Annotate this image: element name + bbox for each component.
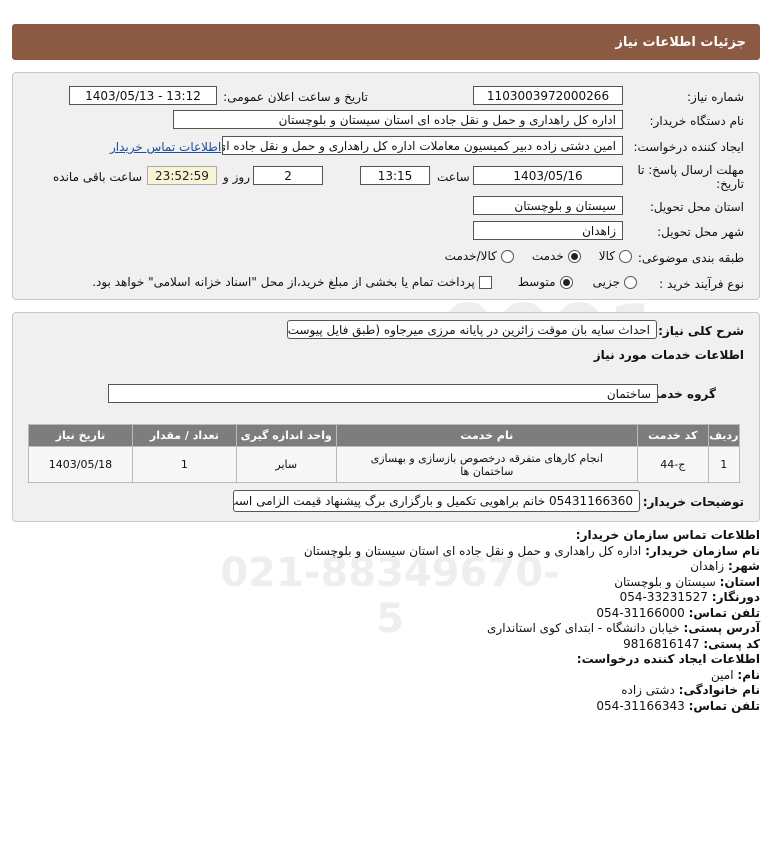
buyer-org-field: اداره کل راهداری و حمل و نقل جاده ای است… — [173, 110, 623, 129]
category-options: کالا خدمت کالا/خدمت — [445, 249, 632, 263]
treasury-payment-option[interactable]: پرداخت تمام یا بخشی از مبلغ خرید،از محل … — [92, 275, 492, 289]
deadline-time-label: ساعت — [437, 170, 470, 184]
process-option-medium[interactable]: متوسط — [518, 275, 573, 289]
deadline-label-line1: مهلت ارسال پاسخ: تا — [637, 163, 744, 177]
requester-label: ایجاد کننده درخواست: — [633, 140, 744, 154]
description-field: احداث سایه بان موقت زائرین در پایانه مرز… — [287, 320, 657, 339]
contact-title: اطلاعات تماس سازمان خریدار: — [575, 528, 760, 542]
col-service-name: نام خدمت — [335, 424, 638, 447]
table-row: 1 ج-44 انجام کارهای متفرقه درخصوص بازساز… — [28, 446, 741, 483]
description-label: شرح کلی نیاز: — [658, 324, 744, 338]
process-label: نوع فرآیند خرید : — [659, 277, 744, 291]
cell-service-code: ج-44 — [636, 446, 709, 483]
radio-service-icon[interactable] — [567, 249, 581, 263]
cell-unit: سایر — [235, 446, 337, 483]
process-options: جزیی متوسط پرداخت تمام یا بخشی از مبلغ خ… — [92, 275, 637, 289]
need-number-label: شماره نیاز: — [687, 90, 744, 104]
category-option-goods[interactable]: کالا — [599, 249, 632, 263]
announce-label: تاریخ و ساعت اعلان عمومی: — [223, 90, 368, 104]
checkbox-icon[interactable] — [478, 275, 492, 289]
col-quantity: تعداد / مقدار — [131, 424, 237, 447]
service-group-field: ساختمان — [108, 384, 658, 403]
city-field: زاهدان — [473, 221, 623, 240]
deadline-date-field: 1403/05/16 — [473, 166, 623, 185]
radio-medium-icon[interactable] — [559, 275, 573, 289]
col-need-date: تاریخ نیاز — [28, 424, 133, 447]
contact-fax: دورنگار: 33231527-054 — [619, 590, 760, 604]
col-unit: واحد اندازه گیری — [235, 424, 337, 447]
deadline-days-field: 2 — [253, 166, 323, 185]
services-info-title: اطلاعات خدمات مورد نیاز — [593, 348, 744, 362]
category-option-service[interactable]: خدمت — [532, 249, 581, 263]
contact-postal: کد پستی: 9816816147 — [623, 636, 760, 651]
table-header-row: ردیف کد خدمت نام خدمت واحد اندازه گیری ت… — [28, 424, 741, 447]
need-number-field: 1103003972000266 — [473, 86, 623, 105]
creator-title: اطلاعات ایجاد کننده درخواست: — [576, 652, 760, 666]
buyer-org-label: نام دستگاه خریدار: — [649, 114, 745, 128]
cell-service-name: انجام کارهای متفرقه درخصوص بازسازی و بهس… — [335, 446, 638, 483]
buyer-notes-label: توضیحات خریدار: — [642, 495, 744, 509]
need-info-panel — [12, 72, 760, 300]
contact-city: شهر: زاهدان — [690, 559, 760, 573]
contact-section: اطلاعات تماس سازمان خریدار: نام سازمان خ… — [20, 528, 760, 714]
services-table: ردیف کد خدمت نام خدمت واحد اندازه گیری ت… — [28, 424, 741, 483]
province-label: استان محل تحویل: — [649, 200, 744, 214]
deadline-time-field: 13:15 — [360, 166, 430, 185]
radio-goods-icon[interactable] — [619, 249, 632, 263]
col-service-code: کد خدمت — [636, 424, 709, 447]
cell-row: 1 — [707, 446, 741, 483]
creator-name: نام: امین — [711, 667, 760, 682]
cell-quantity: 1 — [131, 446, 237, 483]
contact-phone: تلفن تماس: 31166000-054 — [596, 605, 760, 620]
province-field: سیستان و بلوچستان — [473, 196, 623, 215]
radio-minor-icon[interactable] — [624, 275, 637, 289]
col-row: ردیف — [707, 424, 741, 447]
cell-need-date: 1403/05/18 — [28, 446, 133, 483]
buyer-notes-field: 05431166360 خانم براهویی تکمیل و بارگزار… — [233, 490, 640, 512]
city-label: شهر محل تحویل: — [657, 225, 744, 239]
buyer-contact-link[interactable]: اطلاعات تماس خریدار — [110, 140, 221, 154]
remaining-timer: 23:52:59 — [147, 166, 217, 185]
remaining-label: ساعت باقی مانده — [53, 170, 143, 184]
page-header: جزئیات اطلاعات نیاز — [12, 24, 760, 60]
creator-phone: تلفن تماس: 31166343-054 — [596, 698, 760, 713]
process-option-minor[interactable]: جزیی — [593, 275, 637, 289]
radio-goods-service-icon[interactable] — [500, 249, 514, 263]
announce-field: 1403/05/13 - 13:12 — [69, 86, 217, 105]
creator-family: نام خانوادگی: دشتی زاده — [621, 683, 760, 697]
category-label: طبقه بندی موضوعی: — [637, 251, 744, 265]
contact-province: استان: سیستان و بلوچستان — [614, 574, 760, 589]
requester-field: امین دشتی زاده دبیر کمیسیون معاملات ادار… — [222, 136, 623, 155]
category-option-goods-service[interactable]: کالا/خدمت — [445, 249, 514, 263]
contact-address: آدرس پستی: خیابان دانشگاه - ابتدای کوی ا… — [487, 621, 760, 635]
page-title: جزئیات اطلاعات نیاز — [615, 34, 746, 50]
contact-org: نام سازمان خریدار: اداره کل راهداری و حم… — [303, 543, 760, 558]
deadline-label-line2: تاریخ: — [716, 177, 744, 191]
deadline-days-label: روز و — [223, 170, 250, 184]
